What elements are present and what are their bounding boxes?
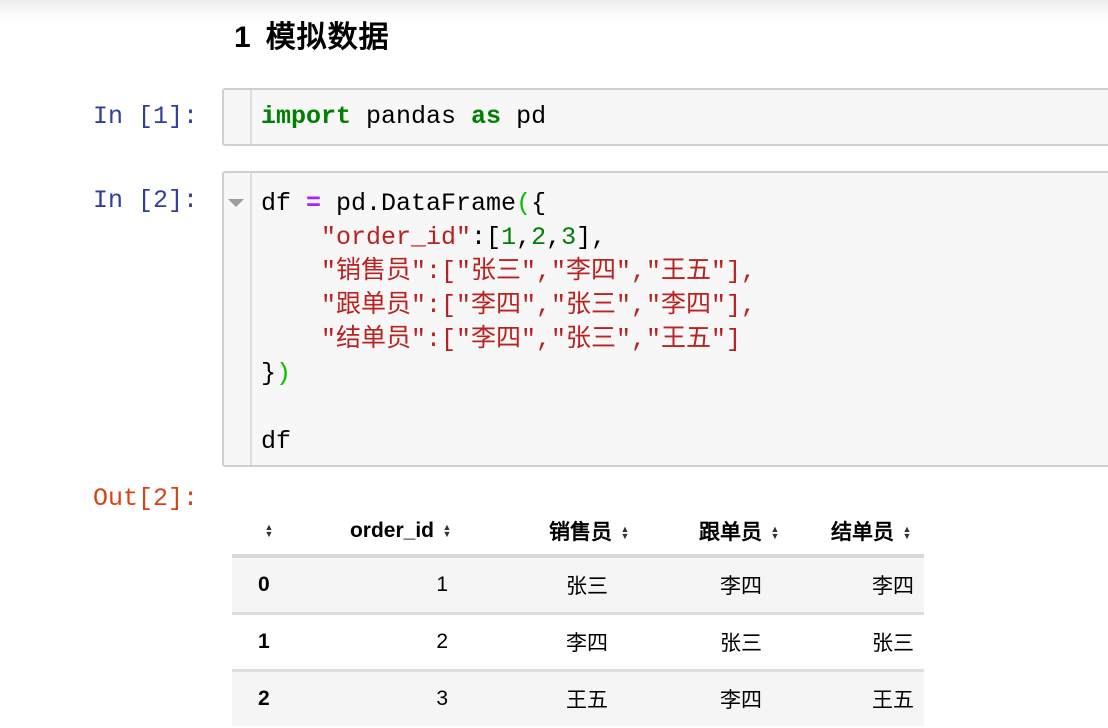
table-row: 1 2 李四 张三 张三 bbox=[232, 614, 924, 671]
table-cell: 李四 bbox=[566, 632, 608, 655]
row-index: 1 bbox=[258, 630, 270, 653]
table-cell: 李四 bbox=[720, 575, 762, 598]
row-index: 0 bbox=[258, 573, 270, 596]
module-name: pandas bbox=[351, 102, 472, 131]
table-cell: 1 bbox=[436, 573, 448, 596]
table-cell: 3 bbox=[436, 687, 448, 710]
sort-arrows-icon[interactable]: ▲ ▼ bbox=[440, 523, 454, 539]
output-prompt: Out[2]: bbox=[93, 484, 199, 513]
code-cell-2[interactable]: df = pd.DataFrame({ "order_id":[1,2,3], … bbox=[222, 171, 1108, 467]
table-header-row: ▲ ▼ order_id ▲ ▼ 销售员 ▲ ▼ 跟单员 ▲ ▼ 结单员 ▲ ▼ bbox=[232, 508, 924, 556]
dataframe-table: ▲ ▼ order_id ▲ ▼ 销售员 ▲ ▼ 跟单员 ▲ ▼ 结单员 ▲ ▼ 0 1 张三 李… bbox=[232, 508, 924, 726]
table-cell: 李四 bbox=[872, 575, 914, 598]
table-cell: 张三 bbox=[872, 632, 914, 655]
table-cell: 李四 bbox=[720, 689, 762, 712]
keyword-as: as bbox=[471, 102, 502, 131]
table-row: 0 1 张三 李四 李四 bbox=[232, 556, 924, 614]
table-cell: 王五 bbox=[566, 689, 608, 712]
keyword-import: import bbox=[261, 102, 352, 131]
code-editor-1[interactable]: import pandas as pd bbox=[261, 100, 546, 134]
toolbar-shadow bbox=[0, 0, 1108, 22]
table-row: 2 3 王五 李四 王五 bbox=[232, 670, 924, 726]
table-cell: 王五 bbox=[872, 689, 914, 712]
code-line-2: "order_id":[1,2,3], bbox=[261, 223, 607, 252]
sort-arrows-icon[interactable]: ▲ ▼ bbox=[900, 525, 914, 541]
section-heading: 1 模拟数据 bbox=[234, 12, 390, 56]
heading-number: 1 bbox=[234, 21, 252, 54]
table-cell: 张三 bbox=[566, 575, 608, 598]
code-line-3: "销售员":["张三","李四","王五"], bbox=[261, 257, 757, 286]
column-header[interactable]: 跟单员 ▲ ▼ bbox=[640, 508, 792, 556]
column-header[interactable]: order_id ▲ ▼ bbox=[318, 508, 482, 556]
code-line-5: "结单员":["李四","张三","王五"] bbox=[261, 325, 742, 354]
table-cell: 张三 bbox=[720, 632, 762, 655]
code-line-6: }) bbox=[261, 359, 292, 388]
column-header[interactable]: 结单员 ▲ ▼ bbox=[792, 508, 924, 556]
table-cell: 2 bbox=[436, 630, 448, 653]
input-prompt-1: In [1]: bbox=[93, 102, 199, 131]
code-line-4: "跟单员":["李四","张三","李四"], bbox=[261, 291, 757, 320]
heading-text: 模拟数据 bbox=[265, 21, 390, 54]
sort-arrows-icon[interactable]: ▲ ▼ bbox=[618, 525, 632, 541]
alias-name: pd bbox=[501, 102, 547, 131]
code-line-1: df = pd.DataFrame({ bbox=[261, 189, 547, 218]
cell-gutter bbox=[224, 173, 252, 465]
code-cell-1[interactable]: import pandas as pd bbox=[222, 88, 1108, 146]
sort-arrows-icon[interactable]: ▲ ▼ bbox=[262, 523, 276, 539]
cell-gutter bbox=[224, 90, 252, 144]
column-header[interactable]: 销售员 ▲ ▼ bbox=[482, 508, 640, 556]
collapse-triangle-icon[interactable] bbox=[228, 199, 244, 207]
code-line-7: ​ bbox=[261, 391, 756, 425]
index-header[interactable]: ▲ ▼ bbox=[232, 508, 318, 556]
input-prompt-2: In [2]: bbox=[93, 186, 199, 215]
code-line-8: df bbox=[261, 427, 292, 456]
sort-arrows-icon[interactable]: ▲ ▼ bbox=[768, 525, 782, 541]
row-index: 2 bbox=[258, 687, 270, 710]
code-editor-2[interactable]: df = pd.DataFrame({ "order_id":[1,2,3], … bbox=[261, 187, 756, 459]
